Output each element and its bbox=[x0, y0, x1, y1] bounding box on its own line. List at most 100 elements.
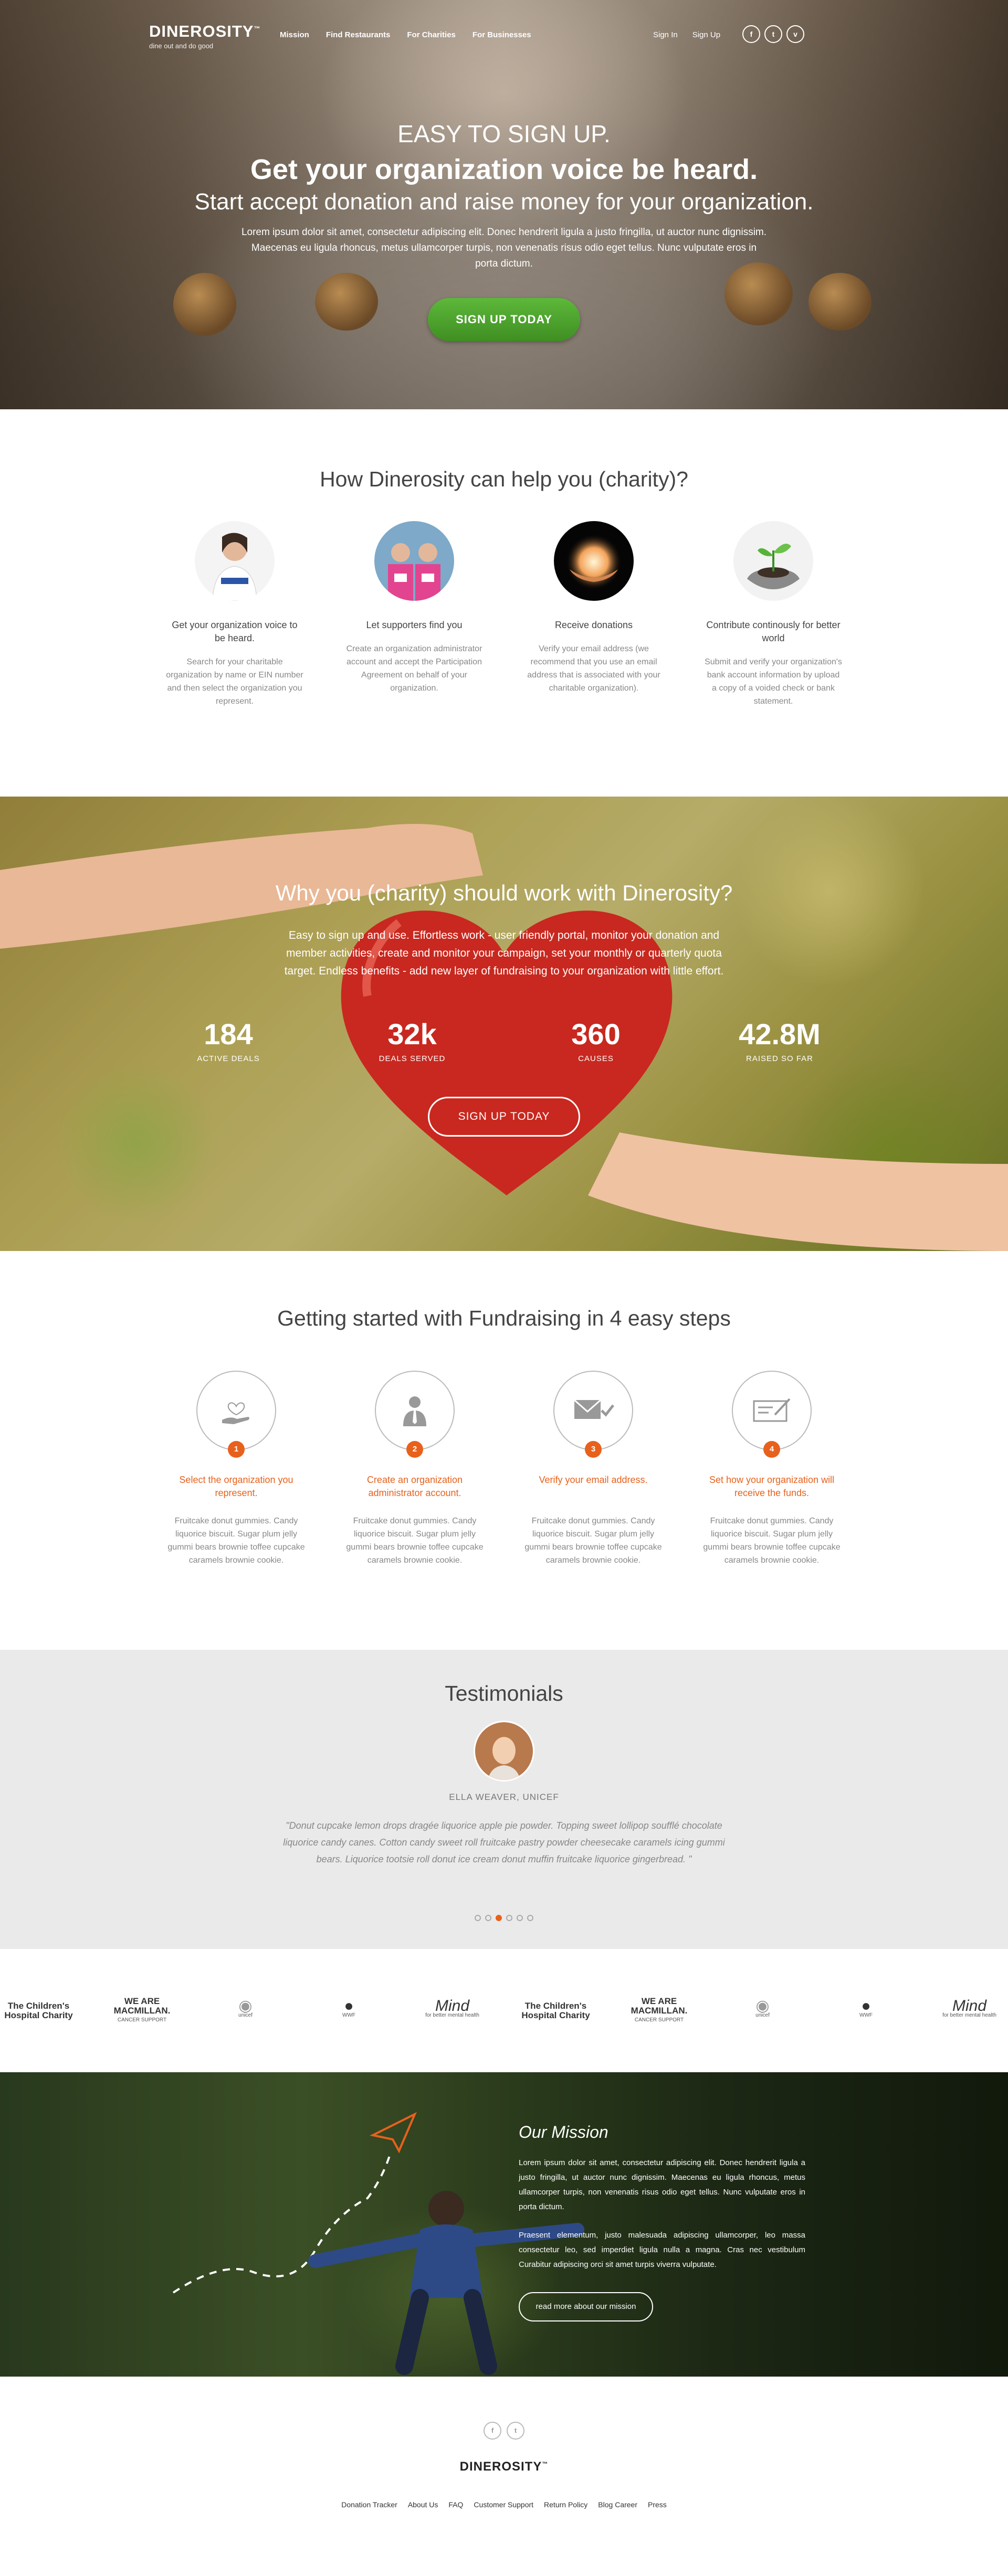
twitter-icon[interactable]: t bbox=[764, 25, 782, 43]
read-more-mission-button[interactable]: read more about our mission bbox=[519, 2292, 653, 2321]
stat-raised-so-far: 42.8M RAISED SO FAR bbox=[732, 1017, 827, 1063]
step-number: 2 bbox=[406, 1441, 423, 1458]
supporters-photo bbox=[374, 521, 454, 601]
hero-content: EASY TO SIGN UP. Get your organization v… bbox=[0, 120, 1008, 341]
partner-logo-mind[interactable]: Mind for better mental health bbox=[414, 1997, 491, 2020]
vimeo-icon[interactable]: v bbox=[786, 25, 804, 43]
partner-logo-wwf[interactable]: ● WWF bbox=[827, 1998, 905, 2020]
partner-logo-subtext: unicef bbox=[238, 2012, 253, 2018]
why-sign-up-button[interactable]: SIGN UP TODAY bbox=[428, 1097, 580, 1137]
why-content: Why you (charity) should work with Diner… bbox=[0, 881, 1008, 1137]
step-circle: 4 bbox=[732, 1371, 812, 1458]
nav-link-mission[interactable]: Mission bbox=[280, 30, 309, 39]
hero-description: Lorem ipsum dolor sit amet, consectetur … bbox=[241, 227, 767, 269]
footer-brand-trademark: ™ bbox=[542, 2461, 549, 2467]
footer-link-return-policy[interactable]: Return Policy bbox=[544, 2500, 587, 2509]
stats-row: 184 ACTIVE DEALS 32k DEALS SERVED 360 CA… bbox=[0, 1017, 1008, 1063]
partner-logo-subtext: CANCER SUPPORT bbox=[117, 2017, 167, 2023]
how-section: How Dinerosity can help you (charity)? G… bbox=[0, 409, 1008, 797]
panda-icon: ● bbox=[344, 1997, 354, 2015]
step-desc: Fruitcake donut gummies. Candy liquorice… bbox=[524, 1517, 662, 1565]
facebook-icon[interactable]: f bbox=[742, 25, 760, 43]
stat-label: CAUSES bbox=[578, 1054, 614, 1063]
step-title: Verify your email address. bbox=[539, 1475, 648, 1485]
partner-logo-unicef[interactable]: ◉ unicef bbox=[207, 1998, 284, 2020]
how-item-supporters: Let supporters find you Create an organi… bbox=[345, 521, 483, 708]
partner-logo-macmillan[interactable]: WE ARE MACMILLAN. CANCER SUPPORT bbox=[103, 1996, 181, 2025]
footer-brand-logo[interactable]: DINEROSITY™ bbox=[0, 2460, 1008, 2474]
carousel-dot[interactable] bbox=[527, 1915, 533, 1921]
footer-link-about-us[interactable]: About Us bbox=[408, 2500, 438, 2509]
mission-title: Our Mission bbox=[519, 2123, 608, 2142]
step-circle: 1 bbox=[196, 1371, 276, 1458]
partner-logo-macmillan[interactable]: WE ARE MACMILLAN. CANCER SUPPORT bbox=[621, 1996, 698, 2025]
partner-logo-mind[interactable]: Mind for better mental health bbox=[931, 1998, 1008, 2020]
steps-section: Getting started with Fundraising in 4 ea… bbox=[0, 1251, 1008, 1650]
step-item: 2 Create an organization administrator a… bbox=[345, 1371, 484, 1567]
brand-trademark: ™ bbox=[254, 25, 261, 33]
footer-link-faq[interactable]: FAQ bbox=[448, 2500, 463, 2509]
partner-logo-subtext: WWF bbox=[342, 2012, 355, 2018]
check-document-icon bbox=[753, 1398, 791, 1422]
footer-link-donation-tracker[interactable]: Donation Tracker bbox=[341, 2500, 397, 2509]
partner-logo-text: WE ARE MACMILLAN. bbox=[631, 1996, 688, 2016]
how-item-desc: Search for your charitable organization … bbox=[166, 658, 303, 706]
plant-in-hands-photo bbox=[733, 521, 813, 601]
stat-active-deals: 184 ACTIVE DEALS bbox=[181, 1017, 276, 1063]
how-item-title: Contribute continously for better world bbox=[706, 620, 841, 643]
nav-link-for-charities[interactable]: For Charities bbox=[407, 30, 456, 39]
partner-logo-childrens-hospital[interactable]: The Children's Hospital Charity bbox=[0, 2001, 77, 2020]
footer-brand-name: DINEROSITY bbox=[459, 2460, 542, 2474]
carousel-dot[interactable] bbox=[475, 1915, 481, 1921]
mission-section: Our Mission Lorem ipsum dolor sit amet, … bbox=[0, 2072, 1008, 2377]
partner-logo-subtext: unicef bbox=[755, 2012, 770, 2018]
step-title: Set how your organization will receive t… bbox=[709, 1475, 835, 1498]
hero-sign-up-button[interactable]: SIGN UP TODAY bbox=[428, 298, 580, 341]
step-number: 3 bbox=[585, 1441, 602, 1458]
footer-social-links: f t bbox=[0, 2377, 1008, 2440]
how-item-desc: Submit and verify your organization's ba… bbox=[705, 658, 842, 706]
why-title: Why you (charity) should work with Diner… bbox=[275, 881, 733, 905]
mission-content: Our Mission Lorem ipsum dolor sit amet, … bbox=[519, 2123, 805, 2321]
footer-link-customer-support[interactable]: Customer Support bbox=[474, 2500, 533, 2509]
hero-subtitle: Start accept donation and raise money fo… bbox=[194, 189, 814, 215]
volunteer-photo bbox=[195, 521, 275, 601]
how-item-voice: Get your organization voice to be heard.… bbox=[166, 521, 303, 708]
sign-in-link[interactable]: Sign In bbox=[653, 30, 678, 39]
how-item-donations: Receive donations Verify your email addr… bbox=[525, 521, 663, 708]
step-desc: Fruitcake donut gummies. Candy liquorice… bbox=[167, 1517, 305, 1565]
testimonial-quote: "Donut cupcake lemon drops dragée liquor… bbox=[283, 1820, 725, 1864]
nav-link-for-businesses[interactable]: For Businesses bbox=[472, 30, 531, 39]
twitter-icon[interactable]: t bbox=[507, 2422, 524, 2440]
partner-logo-subtext: for better mental health bbox=[942, 2012, 996, 2018]
nav-link-find-restaurants[interactable]: Find Restaurants bbox=[326, 30, 391, 39]
partner-logo-text: The Children's bbox=[7, 2000, 70, 2011]
stat-causes: 360 CAUSES bbox=[549, 1017, 643, 1063]
step-desc: Fruitcake donut gummies. Candy liquorice… bbox=[346, 1517, 484, 1565]
facebook-icon[interactable]: f bbox=[484, 2422, 501, 2440]
footer-link-blog-career[interactable]: Blog Career bbox=[598, 2500, 637, 2509]
carousel-dot-active[interactable] bbox=[496, 1915, 502, 1921]
partner-logo-wwf[interactable]: ● WWF bbox=[310, 1997, 387, 2020]
top-navigation: DINEROSITY™ dine out and do good Mission… bbox=[0, 0, 1008, 68]
footer-link-press[interactable]: Press bbox=[648, 2500, 667, 2509]
stat-label: RAISED SO FAR bbox=[746, 1054, 814, 1063]
heart-hand-icon bbox=[222, 1402, 249, 1424]
hero-title: Get your organization voice be heard. bbox=[250, 154, 758, 185]
sign-up-link[interactable]: Sign Up bbox=[692, 30, 720, 39]
step-title: Select the organization you represent. bbox=[179, 1475, 293, 1498]
carousel-dot[interactable] bbox=[517, 1915, 523, 1921]
testimonials-section: Testimonials ELLA WEAVER, UNICEF "Donut … bbox=[0, 1650, 1008, 1949]
stat-deals-served: 32k DEALS SERVED bbox=[365, 1017, 459, 1063]
partner-logo-text: Mind bbox=[435, 1997, 470, 2015]
brand-logo[interactable]: DINEROSITY™ dine out and do good bbox=[149, 22, 260, 50]
auth-links: Sign In Sign Up bbox=[653, 30, 720, 39]
stat-value: 32k bbox=[387, 1017, 437, 1051]
carousel-dot[interactable] bbox=[506, 1915, 512, 1921]
carousel-dot[interactable] bbox=[485, 1915, 491, 1921]
step-circle: 3 bbox=[553, 1371, 633, 1458]
partner-logo-childrens-hospital[interactable]: The Children's Hospital Charity bbox=[517, 2001, 594, 2020]
step-item: 3 Verify your email address. Fruitcake d… bbox=[524, 1371, 663, 1567]
brand-name: DINEROSITY bbox=[149, 22, 254, 40]
partner-logo-unicef[interactable]: ◉ unicef bbox=[724, 1998, 801, 2020]
